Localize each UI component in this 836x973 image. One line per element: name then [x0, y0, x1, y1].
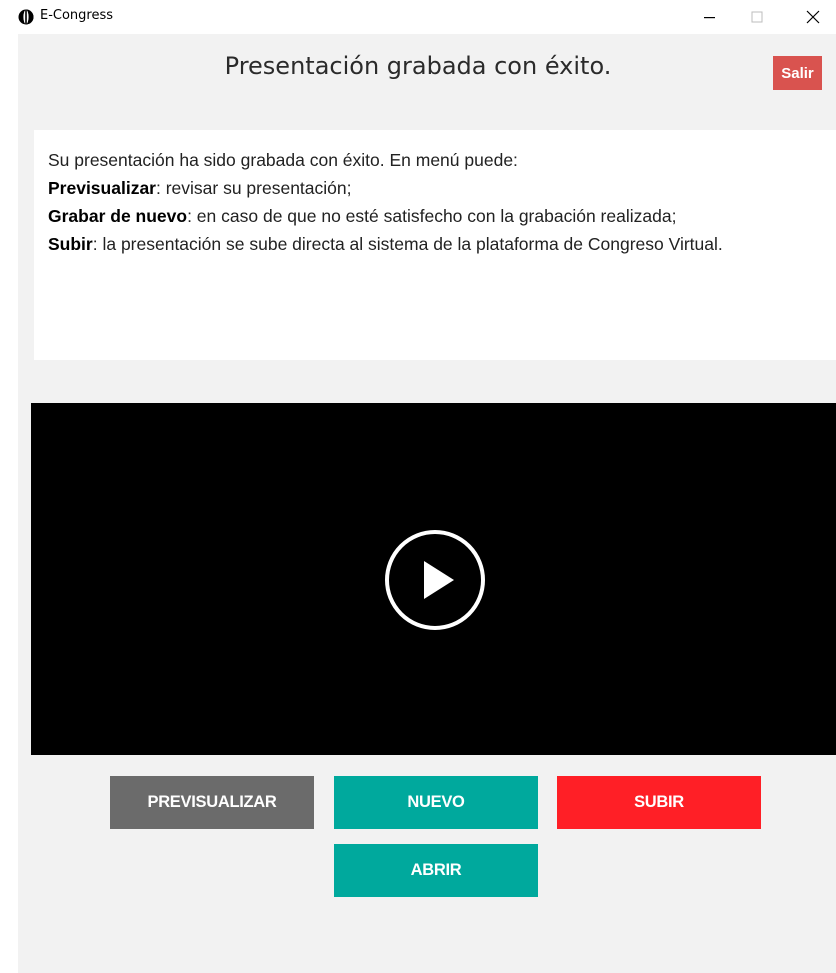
upload-button[interactable]: SUBIR — [557, 776, 761, 829]
instruction-desc: : en caso de que no esté satisfecho con … — [187, 206, 677, 226]
play-circle-icon[interactable] — [384, 529, 486, 631]
instruction-item-preview: Previsualizar: revisar su presentación; — [48, 174, 828, 202]
instruction-term: Grabar de nuevo — [48, 206, 188, 226]
instruction-term: Previsualizar — [48, 178, 156, 198]
preview-button[interactable]: PREVISUALIZAR — [110, 776, 314, 829]
instruction-desc: : revisar su presentación; — [155, 178, 352, 198]
close-icon[interactable] — [790, 0, 836, 34]
e-congress-logo-icon — [18, 9, 34, 25]
maximize-icon[interactable] — [734, 0, 780, 34]
instruction-desc: : la presentación se sube directa al sis… — [92, 234, 723, 254]
new-recording-button[interactable]: NUEVO — [334, 776, 538, 829]
instructions-panel: Su presentación ha sido grabada con éxit… — [34, 130, 836, 360]
open-button[interactable]: ABRIR — [334, 844, 538, 897]
instructions-intro: Su presentación ha sido grabada con éxit… — [48, 150, 518, 170]
window-titlebar: E-Congress — [0, 0, 836, 34]
window-title: E-Congress — [40, 8, 114, 23]
minimize-icon[interactable] — [686, 0, 732, 34]
instruction-item-rerecord: Grabar de nuevo: en caso de que no esté … — [48, 202, 828, 230]
instruction-term: Subir — [48, 234, 93, 254]
instruction-item-upload: Subir: la presentación se sube directa a… — [48, 230, 828, 258]
instructions-text: Su presentación ha sido grabada con éxit… — [48, 146, 828, 258]
exit-button[interactable]: Salir — [773, 56, 822, 90]
page-title: Presentación grabada con éxito. — [224, 52, 612, 80]
